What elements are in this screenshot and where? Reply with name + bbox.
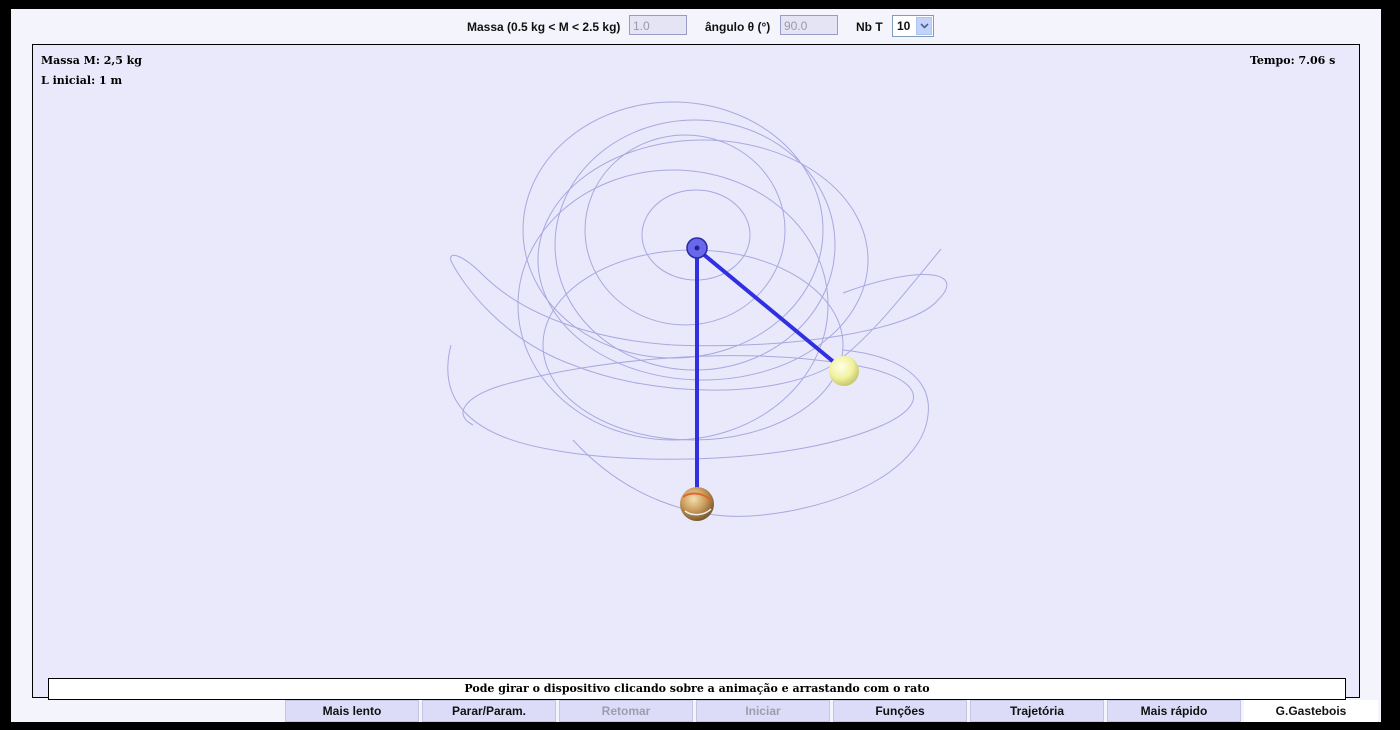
stop-button[interactable]: Parar/Param. <box>422 700 556 722</box>
applet: Massa (0.5 kg < M < 2.5 kg) 1.0 ângulo θ… <box>11 9 1381 722</box>
nbt-value: 10 <box>897 19 911 33</box>
mass-label: Massa (0.5 kg < M < 2.5 kg) <box>467 20 621 34</box>
faster-button[interactable]: Mais rápido <box>1107 700 1241 722</box>
trajectory-loop <box>522 101 824 359</box>
resume-button[interactable]: Retomar <box>559 700 693 722</box>
rope-diagonal <box>695 247 843 370</box>
mass-input[interactable]: 1.0 <box>629 15 687 35</box>
angle-input[interactable]: 90.0 <box>780 15 838 35</box>
nbt-label: Nb T <box>856 20 883 34</box>
functions-button[interactable]: Funções <box>833 700 967 722</box>
trajectory-button[interactable]: Trajetória <box>970 700 1104 722</box>
light-mass <box>829 356 859 386</box>
nbt-select[interactable]: 10 <box>892 15 934 37</box>
start-button[interactable]: Iniciar <box>696 700 830 722</box>
chevron-down-icon[interactable] <box>916 17 932 35</box>
trajectory-loop <box>517 169 829 441</box>
pulley-axis <box>694 245 700 251</box>
trajectory-loop <box>542 249 844 441</box>
author-credit: G.Gastebois <box>1244 700 1378 722</box>
slower-button[interactable]: Mais lento <box>285 700 419 722</box>
hint-box: Pode girar o dispositivo clicando sobre … <box>48 678 1346 700</box>
pendulum-scene[interactable] <box>33 45 1359 697</box>
animation-panel[interactable]: Massa M: 2,5 kg L inicial: 1 m Tempo: 7.… <box>32 44 1360 698</box>
heavy-mass <box>680 487 714 521</box>
angle-label: ângulo θ (°) <box>705 20 771 34</box>
